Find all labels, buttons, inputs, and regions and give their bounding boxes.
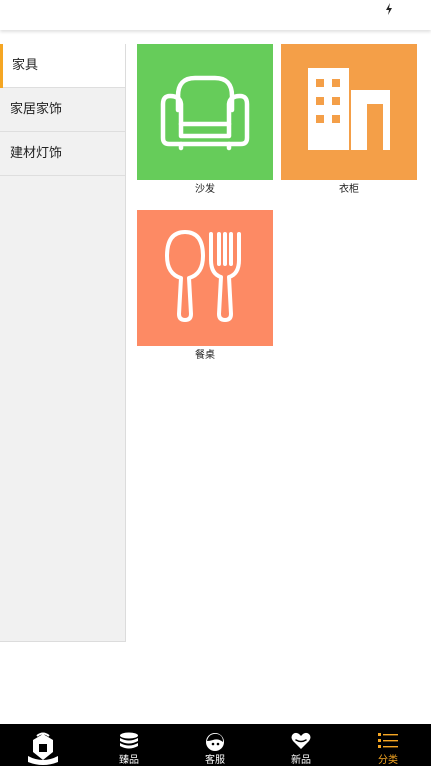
list-icon bbox=[378, 733, 398, 748]
service-face-icon bbox=[206, 733, 224, 751]
status-bar bbox=[0, 0, 431, 30]
tab-new-arrivals[interactable]: 新品 bbox=[258, 724, 344, 766]
sidebar-item-label: 建材灯饰 bbox=[10, 146, 63, 161]
tile-caption: 餐桌 bbox=[195, 350, 215, 361]
brand-logo-icon bbox=[28, 732, 58, 765]
bottom-tab-bar: 臻品 客服 新品 分类 bbox=[0, 724, 431, 766]
sidebar-item-home-decor[interactable]: 家居家饰 bbox=[0, 88, 125, 132]
tab-label: 分类 bbox=[378, 755, 398, 766]
tab-label: 臻品 bbox=[119, 755, 139, 766]
tab-categories[interactable]: 分类 bbox=[345, 724, 431, 766]
tile-caption: 沙发 bbox=[195, 184, 215, 195]
tab-home[interactable] bbox=[0, 724, 86, 766]
sidebar-item-label: 家具 bbox=[12, 58, 39, 73]
sofa-icon bbox=[137, 44, 273, 180]
sidebar-item-furniture[interactable]: 家具 bbox=[0, 44, 125, 88]
sidebar-item-label: 家居家饰 bbox=[10, 102, 63, 117]
tile-dining-table[interactable]: 餐桌 bbox=[137, 210, 273, 366]
tab-premium[interactable]: 臻品 bbox=[86, 724, 172, 766]
spoon-fork-icon bbox=[137, 210, 273, 346]
tile-sofa[interactable]: 沙发 bbox=[137, 44, 273, 200]
tile-wardrobe[interactable]: 衣柜 bbox=[281, 44, 417, 200]
tab-label: 客服 bbox=[205, 755, 225, 766]
building-icon bbox=[281, 44, 417, 180]
sidebar-item-building-lighting[interactable]: 建材灯饰 bbox=[0, 132, 125, 176]
heart-icon bbox=[291, 732, 311, 749]
coin-stack-icon bbox=[120, 732, 138, 749]
tab-label: 新品 bbox=[291, 755, 311, 766]
tile-caption: 衣柜 bbox=[339, 184, 359, 195]
charging-bolt-icon bbox=[386, 3, 392, 15]
category-sidebar: 家具 家居家饰 建材灯饰 bbox=[0, 44, 126, 642]
tab-customer-service[interactable]: 客服 bbox=[172, 724, 258, 766]
